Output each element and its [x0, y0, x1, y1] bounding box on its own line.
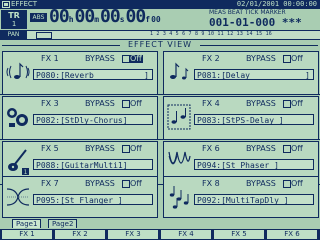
- fx-slot-7[interactable]: FX 7 BYPASS Off P095:[St Flanger ]: [2, 176, 158, 218]
- effect-screen: EFFECT 02/01/2001 00:00:00 TR 1 ABS 00 h…: [0, 0, 320, 240]
- meas-beat-tick-value: 001-01-000 ***: [209, 16, 302, 29]
- bypass-label: BYPASS: [85, 99, 115, 108]
- bypass-state[interactable]: Off: [290, 55, 304, 63]
- multi-tap-delay-icon: [169, 186, 189, 209]
- program-field[interactable]: P081:[Delay]: [194, 69, 314, 80]
- program-field[interactable]: P080:[Reverb]: [33, 69, 153, 80]
- program-field[interactable]: P094:[St Phaser ]: [194, 159, 314, 170]
- fx-name: FX 2: [202, 54, 220, 63]
- program-name: P092:[MultiTapDly ]: [197, 196, 289, 205]
- program-field[interactable]: P092:[MultiTapDly ]: [194, 194, 314, 205]
- program-bracket: ]: [305, 71, 310, 80]
- counter-s-unit: s: [119, 15, 125, 24]
- bypass-state[interactable]: Off: [290, 180, 304, 188]
- reverb-icon: [6, 62, 30, 79]
- chorus-icon: [7, 108, 28, 127]
- bypass-label: BYPASS: [246, 54, 276, 63]
- bypass-state[interactable]: Off: [129, 55, 143, 63]
- fx-slot-4[interactable]: FX 4 BYPASS Off P083:[StPS-Delay ]: [163, 96, 319, 140]
- guitar-multi-icon: 1: [8, 149, 29, 176]
- view-title: EFFECT VIEW: [0, 41, 320, 49]
- fx-slot-2[interactable]: FX 2 BYPASS Off P081:[Delay]: [163, 51, 319, 95]
- f5-button[interactable]: FX 5: [214, 230, 264, 239]
- f3-button[interactable]: FX 3: [108, 230, 158, 239]
- program-field[interactable]: P088:[GuitarMulti1]: [33, 159, 153, 170]
- bypass-state[interactable]: Off: [290, 100, 304, 108]
- bypass-label: BYPASS: [246, 179, 276, 188]
- fx-name: FX 5: [41, 144, 59, 153]
- f2-button[interactable]: FX 2: [55, 230, 105, 239]
- f6-button[interactable]: FX 6: [267, 230, 317, 239]
- tab-page2[interactable]: Page2: [48, 219, 78, 228]
- pan-strip: PAN 1 2 3 4 5 6 7 8 9 10 11 12 13 14 15 …: [0, 30, 320, 40]
- fx-name: FX 4: [202, 99, 220, 108]
- program-field[interactable]: P095:[St Flanger ]: [33, 194, 153, 205]
- program-bracket: ]: [144, 71, 149, 80]
- counter-frames: 00: [125, 6, 147, 27]
- fx-name: FX 7: [41, 179, 59, 188]
- f1-button[interactable]: FX 1: [2, 230, 52, 239]
- tab-page1[interactable]: Page1: [12, 219, 42, 228]
- abs-badge: ABS: [30, 13, 47, 22]
- program-name: P088:[GuitarMulti1]: [36, 161, 128, 170]
- counter-h-unit: h: [68, 15, 74, 24]
- row-divider: [0, 94, 320, 95]
- f4-button[interactable]: FX 4: [161, 230, 211, 239]
- counter-m-unit: m: [94, 15, 100, 24]
- program-name: P095:[St Flanger ]: [36, 196, 123, 205]
- bypass-label: BYPASS: [85, 144, 115, 153]
- time-counter: 00 h 00 m 00 s 00 f 00: [49, 8, 162, 30]
- pan-slider[interactable]: [36, 32, 52, 39]
- bypass-state[interactable]: Off: [129, 180, 143, 188]
- phaser-icon: [168, 151, 191, 165]
- bypass-label: BYPASS: [85, 179, 115, 188]
- program-name: P080:[Reverb: [36, 71, 94, 80]
- counter-seconds: 00: [100, 6, 121, 27]
- bypass-label: BYPASS: [246, 144, 276, 153]
- pitch-shift-delay-icon: [167, 104, 191, 130]
- program-field[interactable]: P083:[StPS-Delay ]: [194, 114, 314, 125]
- channel-numbers: 1 2 3 4 5 6 7 8 9 10 11 12 13 14 15 16: [150, 31, 272, 37]
- program-name: P082:[StDly-Chorus]: [36, 116, 128, 125]
- bypass-state[interactable]: Off: [129, 100, 143, 108]
- fx-name: FX 1: [41, 54, 59, 63]
- counter-f-unit: f: [145, 15, 151, 24]
- counter-minutes: 00: [74, 6, 96, 27]
- flanger-icon: [6, 188, 30, 206]
- bypass-label: BYPASS: [246, 99, 276, 108]
- bypass-state[interactable]: Off: [290, 145, 304, 153]
- fx-name: FX 3: [41, 99, 59, 108]
- track-indicator[interactable]: TR 1: [1, 10, 27, 29]
- program-field[interactable]: P082:[StDly-Chorus]: [33, 114, 153, 125]
- fx-slot-3[interactable]: FX 3 BYPASS Off P082:[StDly-Chorus]: [2, 96, 158, 140]
- bypass-label: BYPASS: [85, 54, 115, 63]
- program-name: P094:[St Phaser ]: [197, 161, 279, 170]
- effect-window-icon: [2, 1, 10, 8]
- delay-icon: [170, 62, 189, 80]
- track-label: TR: [8, 11, 20, 20]
- counter-hours: 00: [49, 6, 70, 27]
- window-title: EFFECT: [11, 0, 38, 8]
- fx-name: FX 8: [202, 179, 220, 188]
- row-divider: [0, 139, 320, 140]
- bypass-state[interactable]: Off: [129, 145, 143, 153]
- track-number: 1: [11, 20, 17, 28]
- fx-name: FX 6: [202, 144, 220, 153]
- datetime-readout: 02/01/2001 00:00:00: [236, 0, 317, 8]
- program-name: P081:[Delay: [197, 71, 250, 80]
- svg-text:1: 1: [24, 169, 28, 176]
- counter-subframes: 00: [151, 15, 161, 24]
- pan-label: PAN: [0, 31, 27, 39]
- program-name: P083:[StPS-Delay ]: [197, 116, 284, 125]
- fx-slot-1[interactable]: FX 1 BYPASS Off P080:[Reverb]: [2, 51, 158, 95]
- fx-slot-8[interactable]: FX 8 BYPASS Off P092:[MultiTapDly ]: [163, 176, 319, 218]
